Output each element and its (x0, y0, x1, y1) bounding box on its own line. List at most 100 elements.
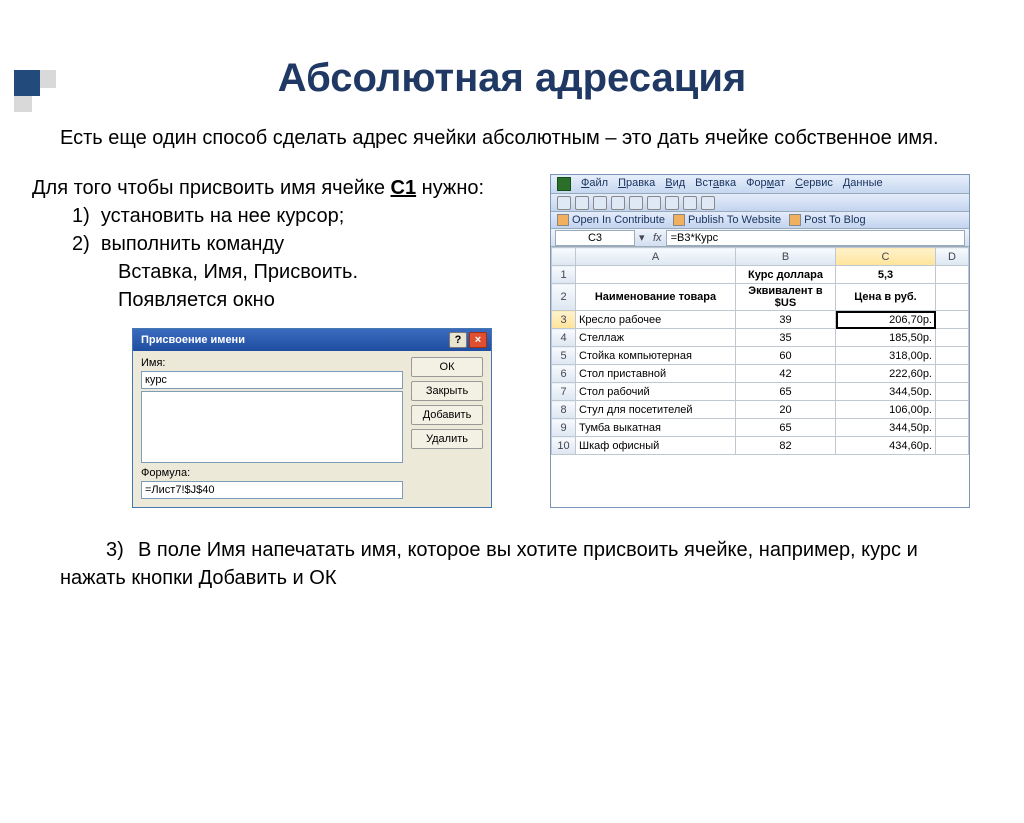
cell[interactable]: 82 (736, 437, 836, 455)
menu-data[interactable]: Данные (843, 177, 883, 191)
row-1-header[interactable]: 1 (552, 266, 576, 284)
print-icon[interactable] (611, 196, 625, 210)
cell[interactable]: 65 (736, 383, 836, 401)
cell[interactable]: Стеллаж (576, 329, 736, 347)
cell[interactable] (936, 347, 969, 365)
name-dialog: Присвоение имени ? × Имя: Формула: ОК За… (132, 328, 492, 508)
cell[interactable]: 344,50р. (836, 419, 936, 437)
cell[interactable]: 434,60р. (836, 437, 936, 455)
namebox[interactable]: C3 (555, 230, 635, 246)
slide-corner-deco (14, 70, 56, 112)
formula-field[interactable]: =B3*Курс (666, 230, 965, 246)
col-A-header[interactable]: A (576, 248, 736, 266)
row-header[interactable]: 10 (552, 437, 576, 455)
cell[interactable]: 106,00р. (836, 401, 936, 419)
cell[interactable]: 344,50р. (836, 383, 936, 401)
cell[interactable] (936, 419, 969, 437)
excel-icon (557, 177, 571, 191)
menu-file[interactable]: ФФайлайл (581, 177, 608, 191)
namebox-dropdown-icon[interactable]: ▾ (639, 231, 649, 244)
col-D-header[interactable]: D (936, 248, 969, 266)
intro-text: Есть еще один способ сделать адрес ячейк… (60, 125, 964, 152)
cell[interactable]: Курс доллара (736, 266, 836, 284)
cell[interactable]: Цена в руб. (836, 284, 936, 311)
slide-title: Абсолютная адресация (0, 56, 1024, 101)
cell[interactable] (936, 311, 969, 329)
cell[interactable] (936, 284, 969, 311)
dialog-close-button[interactable]: × (469, 332, 487, 348)
formula-input[interactable] (141, 481, 403, 499)
fx-icon[interactable]: fx (653, 232, 662, 244)
post-to-blog[interactable]: Post To Blog (789, 214, 866, 226)
cell[interactable] (936, 401, 969, 419)
cell[interactable]: Стул для посетителей (576, 401, 736, 419)
cut-icon[interactable] (665, 196, 679, 210)
cell[interactable]: Стол приставной (576, 365, 736, 383)
delete-button[interactable]: Удалить (411, 429, 483, 449)
cell[interactable]: 222,60р. (836, 365, 936, 383)
dialog-help-button[interactable]: ? (449, 332, 467, 348)
dialog-title: Присвоение имени (141, 334, 245, 346)
spell-icon[interactable] (647, 196, 661, 210)
cell[interactable]: 318,00р. (836, 347, 936, 365)
cell[interactable]: Тумба выкатная (576, 419, 736, 437)
name-input[interactable] (141, 371, 403, 389)
cell[interactable]: 185,50р. (836, 329, 936, 347)
copy-icon[interactable] (683, 196, 697, 210)
cell[interactable] (576, 266, 736, 284)
open-icon[interactable] (575, 196, 589, 210)
cell-name: С1 (391, 177, 417, 199)
menu-service[interactable]: Сервис (795, 177, 833, 191)
cell[interactable]: 65 (736, 419, 836, 437)
formula-bar: C3 ▾ fx =B3*Курс (551, 229, 969, 247)
cell[interactable]: 20 (736, 401, 836, 419)
row-header[interactable]: 8 (552, 401, 576, 419)
row-header[interactable]: 9 (552, 419, 576, 437)
menu-view[interactable]: Вид (665, 177, 685, 191)
row-header[interactable]: 5 (552, 347, 576, 365)
save-icon[interactable] (593, 196, 607, 210)
cell[interactable]: Стойка компьютерная (576, 347, 736, 365)
cell-selected[interactable]: 206,70р. (836, 311, 936, 329)
cell[interactable]: Кресло рабочее (576, 311, 736, 329)
publish-to-website[interactable]: Publish To Website (673, 214, 781, 226)
corner-cell[interactable] (552, 248, 576, 266)
new-icon[interactable] (557, 196, 571, 210)
cell[interactable]: Стол рабочий (576, 383, 736, 401)
col-B-header[interactable]: B (736, 248, 836, 266)
open-in-contribute[interactable]: Open In Contribute (557, 214, 665, 226)
step-3-text: 3)В поле Имя напечатать имя, которое вы … (60, 536, 964, 592)
row-2-header[interactable]: 2 (552, 284, 576, 311)
add-button[interactable]: Добавить (411, 405, 483, 425)
cell[interactable]: Наименование товара (576, 284, 736, 311)
menu-format[interactable]: Формат (746, 177, 785, 191)
row-header[interactable]: 4 (552, 329, 576, 347)
cell[interactable]: 5,3 (836, 266, 936, 284)
menu-edit[interactable]: Правка (618, 177, 655, 191)
cell[interactable] (936, 365, 969, 383)
preview-icon[interactable] (629, 196, 643, 210)
toolbar (551, 194, 969, 212)
cell[interactable] (936, 437, 969, 455)
menu-insert[interactable]: Вставка (695, 177, 736, 191)
name-label: Имя: (141, 357, 403, 369)
cell[interactable]: 60 (736, 347, 836, 365)
cell[interactable]: Шкаф офисный (576, 437, 736, 455)
row-3-header[interactable]: 3 (552, 311, 576, 329)
cell[interactable] (936, 329, 969, 347)
formula-label: Формула: (141, 467, 403, 479)
cell[interactable] (936, 383, 969, 401)
paste-icon[interactable] (701, 196, 715, 210)
cell[interactable] (936, 266, 969, 284)
col-C-header[interactable]: C (836, 248, 936, 266)
menubar: ФФайлайл Правка Вид Вставка Формат Серви… (551, 175, 969, 194)
ok-button[interactable]: ОК (411, 357, 483, 377)
row-header[interactable]: 6 (552, 365, 576, 383)
cell[interactable]: 39 (736, 311, 836, 329)
cell[interactable]: 42 (736, 365, 836, 383)
cell[interactable]: 35 (736, 329, 836, 347)
close-button[interactable]: Закрыть (411, 381, 483, 401)
cell[interactable]: Эквивалент в $US (736, 284, 836, 311)
row-header[interactable]: 7 (552, 383, 576, 401)
names-list[interactable] (141, 391, 403, 463)
